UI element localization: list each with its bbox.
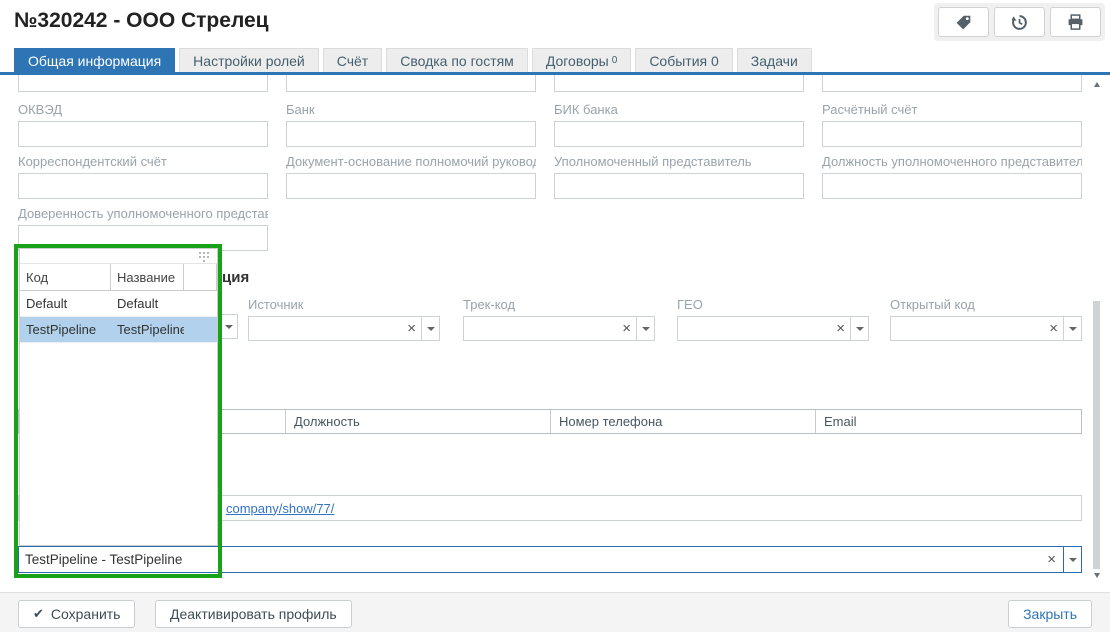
field-track-code: Трек-код × — [463, 297, 655, 341]
authority-document-input[interactable] — [286, 173, 536, 199]
chevron-down-icon[interactable] — [850, 317, 868, 340]
clear-icon[interactable]: × — [1049, 321, 1058, 336]
scroll-down-arrow[interactable] — [1092, 570, 1101, 580]
chevron-down-icon[interactable] — [636, 317, 654, 340]
clear-icon[interactable]: × — [1047, 552, 1056, 567]
field-power-of-attorney: Доверенность уполномоченного представит.… — [18, 206, 268, 251]
field-geo: ГЕО × — [677, 297, 869, 341]
company-profile-window: №320242 - ООО Стрелец Общая информация — [0, 0, 1110, 632]
field-source: Источник × — [248, 297, 440, 341]
field-representative-position: Должность уполномоченного представителя — [822, 154, 1082, 199]
tags-button[interactable] — [938, 7, 989, 37]
contracts-count-badge: 0 — [612, 55, 618, 66]
pipeline-option-testpipeline[interactable]: TestPipeline TestPipeline — [20, 317, 217, 343]
close-button[interactable]: Закрыть — [1008, 600, 1092, 628]
chevron-down-icon[interactable] — [1063, 317, 1081, 340]
vertical-scrollbar[interactable] — [1092, 79, 1101, 580]
column-code: Код — [20, 264, 111, 290]
contacts-col-position: Должность — [286, 410, 551, 433]
pipeline-option-default[interactable]: Default Default — [20, 291, 217, 317]
pipeline-options-table: Код Название Default Default TestPipelin… — [20, 263, 217, 343]
tab-bar: Общая информация Настройки ролей Счёт Св… — [14, 48, 812, 72]
column-name: Название — [111, 264, 184, 290]
section-header-fragment: ция — [222, 269, 249, 286]
clipped-input-3[interactable] — [554, 75, 804, 92]
pipeline-select-value: TestPipeline - TestPipeline — [19, 552, 1047, 567]
contacts-col-phone: Номер телефона — [551, 410, 816, 433]
chevron-down-icon[interactable] — [421, 317, 439, 340]
tab-tasks[interactable]: Задачи — [737, 48, 812, 72]
tab-underline — [0, 72, 1110, 75]
clear-icon[interactable]: × — [836, 321, 845, 336]
clipped-input-4[interactable] — [822, 75, 1082, 92]
clear-icon[interactable]: × — [622, 321, 631, 336]
geo-combo[interactable]: × — [677, 316, 869, 341]
settlement-account-input[interactable] — [822, 121, 1082, 147]
print-button[interactable] — [1050, 7, 1101, 37]
page-title: №320242 - ООО Стрелец — [14, 9, 269, 33]
field-authorized-representative: Уполномоченный представитель — [554, 154, 804, 199]
clipped-input-2[interactable] — [286, 75, 536, 92]
authorized-representative-input[interactable] — [554, 173, 804, 199]
pipeline-select[interactable]: TestPipeline - TestPipeline × — [18, 546, 1082, 573]
contacts-col-email: Email — [816, 410, 1081, 433]
representative-position-input[interactable] — [822, 173, 1082, 199]
field-open-code: Открытый код × — [890, 297, 1082, 341]
tab-guest-summary[interactable]: Сводка по гостям — [386, 48, 528, 72]
deactivate-profile-button[interactable]: Деактивировать профиль — [155, 600, 352, 628]
bik-input[interactable] — [554, 121, 804, 147]
scroll-up-arrow[interactable] — [1092, 79, 1101, 89]
tab-events[interactable]: События 0 — [635, 48, 732, 72]
okved-input[interactable] — [18, 121, 268, 147]
field-corr-account: Корреспондентский счёт — [18, 154, 268, 199]
chevron-down-icon[interactable] — [219, 315, 237, 338]
track-code-combo[interactable]: × — [463, 316, 655, 341]
clear-icon[interactable]: × — [407, 321, 416, 336]
history-icon — [1011, 14, 1028, 31]
tag-icon — [955, 14, 972, 31]
clipped-input-1[interactable] — [18, 75, 268, 92]
tab-role-settings[interactable]: Настройки ролей — [179, 48, 319, 72]
header-toolbar — [934, 3, 1105, 41]
history-button[interactable] — [994, 7, 1045, 37]
chevron-down-icon[interactable] — [1063, 547, 1081, 572]
scrollbar-thumb[interactable] — [1093, 301, 1100, 569]
tab-general-info[interactable]: Общая информация — [14, 48, 175, 72]
tab-account[interactable]: Счёт — [323, 48, 382, 72]
save-button[interactable]: ✔ Сохранить — [18, 600, 135, 628]
check-icon: ✔ — [33, 606, 44, 622]
field-authority-document: Документ-основание полномочий руководи..… — [286, 154, 536, 199]
field-settlement-account: Расчётный счёт — [822, 102, 1082, 147]
form-scroll-area: ОКВЭД Банк БИК банка Расчётный счёт Корр… — [0, 75, 1110, 585]
pipeline-table-header: Код Название — [20, 263, 217, 291]
company-link[interactable]: company/show/77/ — [226, 501, 334, 516]
field-bank: Банк — [286, 102, 536, 147]
tab-contracts[interactable]: Договоры0 — [532, 48, 632, 72]
bank-input[interactable] — [286, 121, 536, 147]
source-combo[interactable]: × — [248, 316, 440, 341]
pipeline-dropdown-popup: Код Название Default Default TestPipelin… — [19, 248, 218, 546]
footer-bar: ✔ Сохранить Деактивировать профиль Закры… — [0, 592, 1110, 632]
printer-icon — [1067, 14, 1084, 31]
field-okved: ОКВЭД — [18, 102, 268, 147]
corr-account-input[interactable] — [18, 173, 268, 199]
open-code-combo[interactable]: × — [890, 316, 1082, 341]
field-bik: БИК банка — [554, 102, 804, 147]
